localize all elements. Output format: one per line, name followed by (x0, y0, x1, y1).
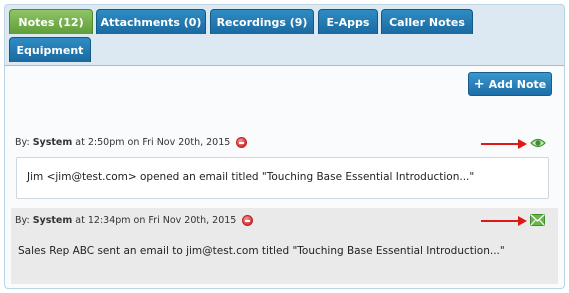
add-note-button[interactable]: + Add Note (468, 72, 552, 96)
note-author: System (32, 215, 73, 226)
note-body: Jim <jim@test.com> opened an email title… (27, 171, 475, 183)
delete-note-icon[interactable] (236, 137, 248, 148)
notes-panel: Notes (12) Attachments (0) Recordings (9… (4, 4, 565, 289)
note-meta: By: System at 12:34pm on Fri Nov 20th, 2… (15, 215, 254, 226)
tab-recordings[interactable]: Recordings (9) (210, 9, 314, 34)
note-timestamp: at 12:34pm on Fri Nov 20th, 2015 (75, 215, 237, 226)
add-note-label: Add Note (488, 77, 547, 91)
envelope-icon[interactable] (530, 214, 545, 226)
by-prefix: By: (15, 215, 30, 226)
note-author: System (32, 137, 73, 148)
tab-attachments[interactable]: Attachments (0) (96, 9, 206, 34)
delete-note-icon[interactable] (242, 215, 254, 226)
plus-icon: + (473, 76, 485, 92)
note-body: Sales Rep ABC sent an email to jim@test.… (18, 245, 505, 257)
by-prefix: By: (15, 137, 30, 148)
tab-notes[interactable]: Notes (12) (9, 9, 93, 34)
note-timestamp: at 2:50pm on Fri Nov 20th, 2015 (75, 137, 231, 148)
tab-caller-notes[interactable]: Caller Notes (381, 9, 473, 34)
note-meta: By: System at 2:50pm on Fri Nov 20th, 20… (15, 137, 248, 148)
note-body-box: Jim <jim@test.com> opened an email title… (16, 157, 549, 199)
tab-bar: Notes (12) Attachments (0) Recordings (9… (5, 5, 564, 66)
eye-icon[interactable] (530, 136, 546, 150)
tab-e-apps[interactable]: E-Apps (318, 9, 378, 34)
tab-equipment[interactable]: Equipment (9, 37, 91, 62)
